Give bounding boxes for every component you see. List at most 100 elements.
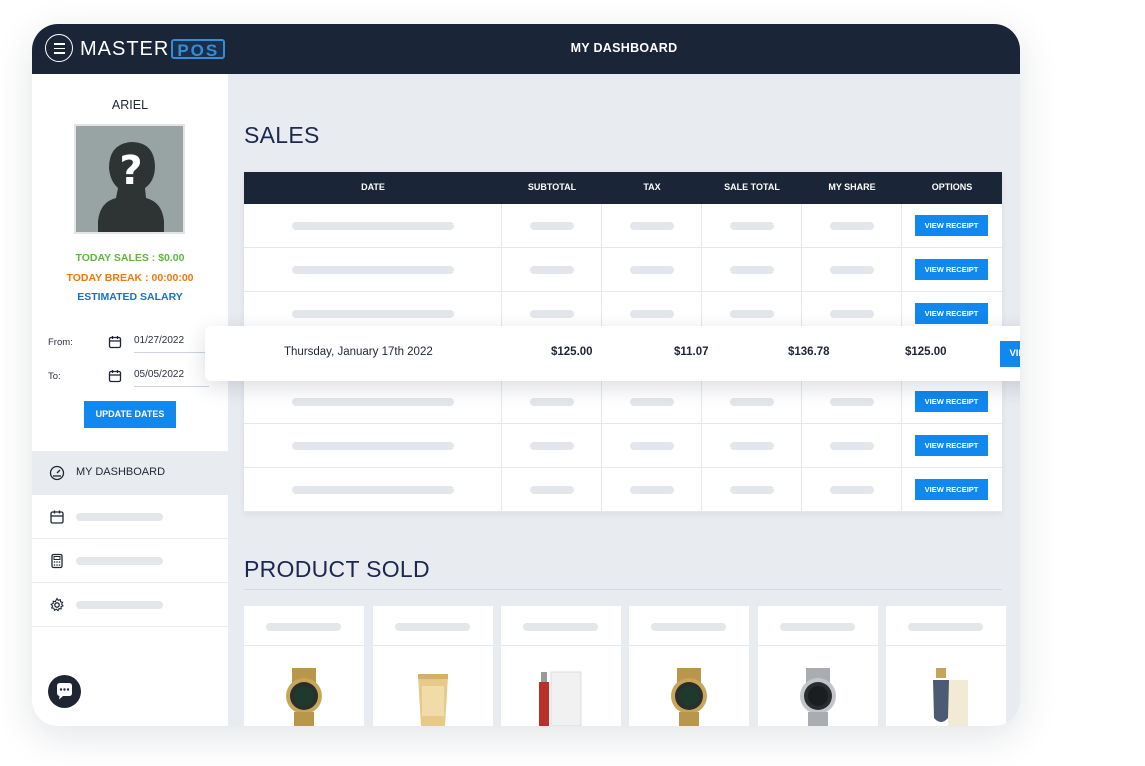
column-header-subtotal: SUBTOTAL xyxy=(527,182,577,192)
cell-placeholder xyxy=(292,398,454,406)
sidebar: ARIEL ? TODAY SALES : $0.00 TODAY BREAK … xyxy=(32,74,228,726)
column-header-tax: TAX xyxy=(643,182,661,192)
sidebar-item-calculator[interactable] xyxy=(32,539,228,583)
product-name-placeholder xyxy=(908,623,983,631)
sale-tax: $11.07 xyxy=(674,346,709,358)
column-header-sale-total: SALE TOTAL xyxy=(724,182,780,192)
section-divider xyxy=(244,589,1002,590)
cell-placeholder xyxy=(530,266,574,274)
product-card[interactable] xyxy=(629,606,749,726)
table-cell xyxy=(602,204,702,248)
cream-tube-icon xyxy=(418,674,448,726)
calculator-icon xyxy=(51,553,63,569)
table-cell xyxy=(244,468,502,512)
view-receipt-button[interactable]: VIEW RECEIPT xyxy=(1000,341,1020,367)
gold-watch-icon xyxy=(286,668,322,726)
product-card-header xyxy=(501,606,621,646)
sidebar-item-placeholder xyxy=(76,601,163,609)
view-receipt-button[interactable]: VIEW RECEIPT xyxy=(915,215,988,236)
table-cell xyxy=(802,380,902,424)
view-receipt-button[interactable]: VIEW RECEIPT xyxy=(915,435,988,456)
cell-placeholder xyxy=(730,222,774,230)
cell-placeholder xyxy=(730,398,774,406)
table-cell xyxy=(502,468,602,512)
user-name: ARIEL xyxy=(111,98,149,112)
cell-placeholder xyxy=(530,442,574,450)
product-card[interactable] xyxy=(373,606,493,726)
table-cell xyxy=(602,248,702,292)
product-card[interactable] xyxy=(501,606,621,726)
table-cell xyxy=(702,380,802,424)
calendar-icon xyxy=(108,336,122,349)
sidebar-item-settings[interactable] xyxy=(32,583,228,627)
table-row: VIEW RECEIPT xyxy=(244,204,1002,248)
table-cell xyxy=(702,248,802,292)
chat-bubble-icon[interactable] xyxy=(48,675,81,708)
cell-placeholder xyxy=(630,266,674,274)
view-receipt-button[interactable]: VIEW RECEIPT xyxy=(915,479,988,500)
top-bar: MASTER POS MY DASHBOARD xyxy=(32,24,1020,74)
gear-icon xyxy=(50,597,64,612)
app-window: MASTER POS MY DASHBOARD ARIEL ? TODAY SA… xyxy=(32,24,1020,726)
table-cell xyxy=(502,248,602,292)
sidebar-item-placeholder xyxy=(76,513,163,521)
table-row: VIEW RECEIPT xyxy=(244,424,1002,468)
table-row: VIEW RECEIPT xyxy=(244,248,1002,292)
table-cell xyxy=(244,380,502,424)
serum-bottle-icon xyxy=(933,668,968,726)
table-cell xyxy=(702,468,802,512)
highlighted-sale-row[interactable]: Thursday, January 17th 2022 $125.00 $11.… xyxy=(205,326,1020,381)
cell-placeholder xyxy=(630,398,674,406)
from-date-input[interactable]: 01/27/2022 ⌄ xyxy=(134,333,214,353)
table-cell xyxy=(802,424,902,468)
cell-placeholder xyxy=(830,442,874,450)
table-cell xyxy=(802,468,902,512)
table-cell xyxy=(802,248,902,292)
product-name-placeholder xyxy=(780,623,855,631)
cell-placeholder xyxy=(292,486,454,494)
cell-placeholder xyxy=(830,486,874,494)
table-cell xyxy=(244,424,502,468)
sidebar-item-calendar[interactable] xyxy=(32,495,228,539)
cell-placeholder xyxy=(530,222,574,230)
sales-table-header: DATE SUBTOTAL TAX SALE TOTAL MY SHARE OP… xyxy=(244,172,1002,204)
table-cell xyxy=(244,248,502,292)
to-date-input[interactable]: 05/05/2022 ⌄ xyxy=(134,367,214,387)
product-card[interactable] xyxy=(244,606,364,726)
column-header-options: OPTIONS xyxy=(931,182,973,192)
product-name-placeholder xyxy=(651,623,726,631)
cell-placeholder xyxy=(730,486,774,494)
product-card[interactable] xyxy=(886,606,1006,726)
product-card-header xyxy=(758,606,878,646)
from-date-value: 01/27/2022 xyxy=(134,335,185,346)
cell-placeholder xyxy=(630,486,674,494)
update-dates-button[interactable]: UPDATE DATES xyxy=(84,401,176,428)
today-break: TODAY BREAK : 00:00:00 xyxy=(66,272,194,284)
page-title: MY DASHBOARD xyxy=(570,41,678,55)
sale-subtotal: $125.00 xyxy=(551,346,593,358)
product-card[interactable] xyxy=(758,606,878,726)
view-receipt-button[interactable]: VIEW RECEIPT xyxy=(915,259,988,280)
sidebar-item-dashboard[interactable]: MY DASHBOARD xyxy=(32,451,228,495)
table-cell xyxy=(502,204,602,248)
product-name-placeholder xyxy=(395,623,470,631)
sidebar-item-placeholder xyxy=(76,557,163,565)
table-cell xyxy=(602,380,702,424)
table-cell xyxy=(502,380,602,424)
view-receipt-button[interactable]: VIEW RECEIPT xyxy=(915,391,988,412)
calendar-icon xyxy=(108,370,122,383)
table-cell xyxy=(244,204,502,248)
cell-placeholder xyxy=(530,486,574,494)
hamburger-menu-icon[interactable] xyxy=(45,34,73,62)
cell-placeholder xyxy=(530,398,574,406)
view-receipt-button[interactable]: VIEW RECEIPT xyxy=(915,303,988,324)
table-cell xyxy=(502,424,602,468)
gold-watch-icon xyxy=(671,668,707,726)
cell-placeholder xyxy=(292,266,454,274)
sale-total: $136.78 xyxy=(788,346,830,358)
cell-placeholder xyxy=(630,442,674,450)
table-cell xyxy=(602,424,702,468)
estimated-salary: ESTIMATED SALARY xyxy=(77,291,183,303)
product-card-header xyxy=(886,606,1006,646)
product-card-header xyxy=(244,606,364,646)
